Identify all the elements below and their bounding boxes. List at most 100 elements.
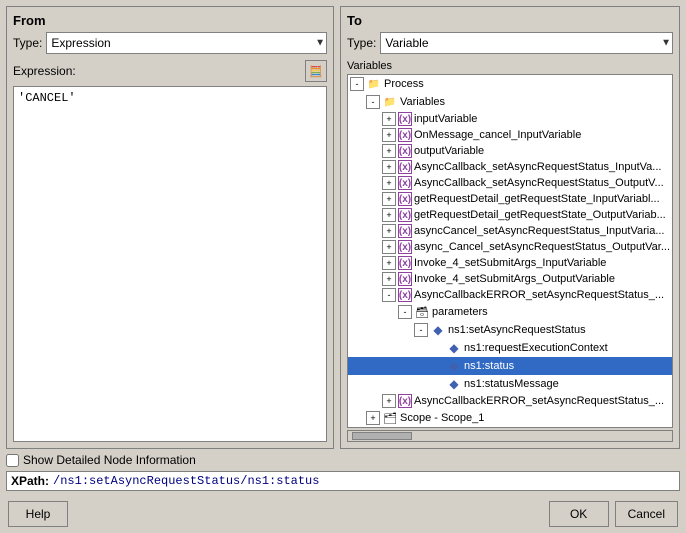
inputvar-label: inputVariable [414, 113, 477, 125]
asynccancel-output-toggle[interactable]: + [382, 240, 396, 254]
asyncerror-toggle[interactable]: - [382, 288, 396, 302]
main-container: From Type: Expression Variable Literal ▼… [0, 0, 686, 514]
getreqdetail-output-toggle[interactable]: + [382, 208, 396, 222]
footer-row: Help OK Cancel [0, 495, 686, 533]
from-expression-label: Expression: [13, 64, 76, 78]
ns1setasync-toggle[interactable]: - [414, 323, 428, 337]
process-toggle[interactable]: - [350, 77, 364, 91]
tree-item-invoke4-output[interactable]: + (x) Invoke_4_setSubmitArgs_OutputVaria… [348, 271, 672, 287]
asyncerror2-toggle[interactable]: + [382, 394, 396, 408]
inputvar-icon: (x) [398, 112, 412, 126]
tree-item-getreqdetail-output[interactable]: + (x) getRequestDetail_getRequestState_O… [348, 207, 672, 223]
tree-item-asyncerror[interactable]: - (x) AsyncCallbackERROR_setAsyncRequest… [348, 287, 672, 303]
invoke4-input-icon: (x) [398, 256, 412, 270]
ns1setasync-icon: ◆ [430, 322, 446, 338]
tree-item-ns1requestexec[interactable]: ◆ ns1:requestExecutionContext [348, 339, 672, 357]
ns1statusmessage-icon: ◆ [446, 376, 462, 392]
footer-left: Help [8, 501, 68, 527]
tree-item-getreqdetail-input[interactable]: + (x) getRequestDetail_getRequestState_I… [348, 191, 672, 207]
inputvar-toggle[interactable]: + [382, 112, 396, 126]
tree-item-asyncoutput[interactable]: + (x) AsyncCallback_setAsyncRequestStatu… [348, 175, 672, 191]
scope1-toggle[interactable]: + [366, 411, 380, 425]
tree-item-ns1setasync[interactable]: - ◆ ns1:setAsyncRequestStatus [348, 321, 672, 339]
from-type-row: Type: Expression Variable Literal ▼ [13, 32, 327, 54]
asyncoutput-label: AsyncCallback_setAsyncRequestStatus_Outp… [414, 177, 664, 189]
cancel-button[interactable]: Cancel [615, 501, 678, 527]
scope1-icon: 🗂 [382, 410, 398, 426]
expression-textarea[interactable]: 'CANCEL' [13, 86, 327, 442]
variables-toggle[interactable]: - [366, 95, 380, 109]
tree-item-process[interactable]: - 📁 Process [348, 75, 672, 93]
outputvar-toggle[interactable]: + [382, 144, 396, 158]
tree-scrollbar-thumb [352, 432, 412, 440]
asynccancel-input-toggle[interactable]: + [382, 224, 396, 238]
help-button[interactable]: Help [8, 501, 68, 527]
ok-button[interactable]: OK [549, 501, 609, 527]
asyncerror-label: AsyncCallbackERROR_setAsyncRequestStatus… [414, 289, 664, 301]
asyncinput-label: AsyncCallback_setAsyncRequestStatus_Inpu… [414, 161, 661, 173]
xpath-label: XPath: [11, 474, 49, 488]
onmessage-toggle[interactable]: + [382, 128, 396, 142]
xpath-value: /ns1:setAsyncRequestStatus/ns1:status [53, 474, 675, 488]
panels-row: From Type: Expression Variable Literal ▼… [0, 0, 686, 449]
to-type-select[interactable]: Variable Expression Literal [380, 32, 673, 54]
invoke4-output-icon: (x) [398, 272, 412, 286]
invoke4-input-toggle[interactable]: + [382, 256, 396, 270]
tree-item-parameters[interactable]: - 🗃 parameters [348, 303, 672, 321]
tree-item-scope1[interactable]: + 🗂 Scope - Scope_1 [348, 409, 672, 427]
tree-item-ns1status[interactable]: ◆ ns1:status [348, 357, 672, 375]
tree-item-variables[interactable]: - 📁 Variables [348, 93, 672, 111]
onmessage-label: OnMessage_cancel_InputVariable [414, 129, 581, 141]
show-detailed-label: Show Detailed Node Information [23, 453, 196, 467]
footer-right: OK Cancel [549, 501, 678, 527]
tree-item-asynccancel-output[interactable]: + (x) async_Cancel_setAsyncRequestStatus… [348, 239, 672, 255]
asyncerror-icon: (x) [398, 288, 412, 302]
parameters-label: parameters [432, 306, 488, 318]
from-type-select-wrapper: Expression Variable Literal ▼ [46, 32, 327, 54]
to-title: To [347, 13, 673, 28]
asyncoutput-toggle[interactable]: + [382, 176, 396, 190]
ns1status-icon: ◆ [446, 358, 462, 374]
to-panel: To Type: Variable Expression Literal ▼ V… [340, 6, 680, 449]
asyncinput-toggle[interactable]: + [382, 160, 396, 174]
tree-item-invoke4-input[interactable]: + (x) Invoke_4_setSubmitArgs_InputVariab… [348, 255, 672, 271]
invoke4-output-label: Invoke_4_setSubmitArgs_OutputVariable [414, 273, 615, 285]
calc-button[interactable]: 🧮 [305, 60, 327, 82]
variables-tree[interactable]: - 📁 Process - 📁 Variables + (x) [347, 74, 673, 428]
outputvar-icon: (x) [398, 144, 412, 158]
tree-item-asynccancel-input[interactable]: + (x) asyncCancel_setAsyncRequestStatus_… [348, 223, 672, 239]
to-type-select-wrapper: Variable Expression Literal ▼ [380, 32, 673, 54]
variables-label: Variables [347, 60, 673, 72]
asynccancel-input-label: asyncCancel_setAsyncRequestStatus_InputV… [414, 225, 665, 237]
process-label: Process [384, 78, 424, 90]
tree-item-onmessage[interactable]: + (x) OnMessage_cancel_InputVariable [348, 127, 672, 143]
ns1requestexec-label: ns1:requestExecutionContext [464, 342, 608, 354]
from-content: 'CANCEL' [13, 86, 327, 442]
invoke4-input-label: Invoke_4_setSubmitArgs_InputVariable [414, 257, 606, 269]
getreqdetail-input-toggle[interactable]: + [382, 192, 396, 206]
invoke4-output-toggle[interactable]: + [382, 272, 396, 286]
from-title: From [13, 13, 327, 28]
onmessage-icon: (x) [398, 128, 412, 142]
tree-item-outputvariable[interactable]: + (x) outputVariable [348, 143, 672, 159]
getreqdetail-input-icon: (x) [398, 192, 412, 206]
to-type-label: Type: [347, 36, 376, 50]
ns1setasync-label: ns1:setAsyncRequestStatus [448, 324, 586, 336]
from-type-select[interactable]: Expression Variable Literal [46, 32, 327, 54]
tree-item-asyncinput[interactable]: + (x) AsyncCallback_setAsyncRequestStatu… [348, 159, 672, 175]
tree-h-scrollbar[interactable] [347, 430, 673, 442]
tree-item-inputvariable[interactable]: + (x) inputVariable [348, 111, 672, 127]
asyncerror2-icon: (x) [398, 394, 412, 408]
from-panel: From Type: Expression Variable Literal ▼… [6, 6, 334, 449]
process-folder-icon: 📁 [366, 76, 382, 92]
tree-scrollbar-container [347, 430, 673, 442]
calc-icon: 🧮 [309, 65, 323, 78]
tree-item-asyncerror2[interactable]: + (x) AsyncCallbackERROR_setAsyncRequest… [348, 393, 672, 409]
parameters-toggle[interactable]: - [398, 305, 412, 319]
asyncinput-icon: (x) [398, 160, 412, 174]
show-detailed-checkbox[interactable] [6, 454, 19, 467]
variables-label-tree: Variables [400, 96, 445, 108]
tree-item-ns1statusmessage[interactable]: ◆ ns1:statusMessage [348, 375, 672, 393]
parameters-icon: 🗃 [414, 304, 430, 320]
outputvar-label: outputVariable [414, 145, 484, 157]
